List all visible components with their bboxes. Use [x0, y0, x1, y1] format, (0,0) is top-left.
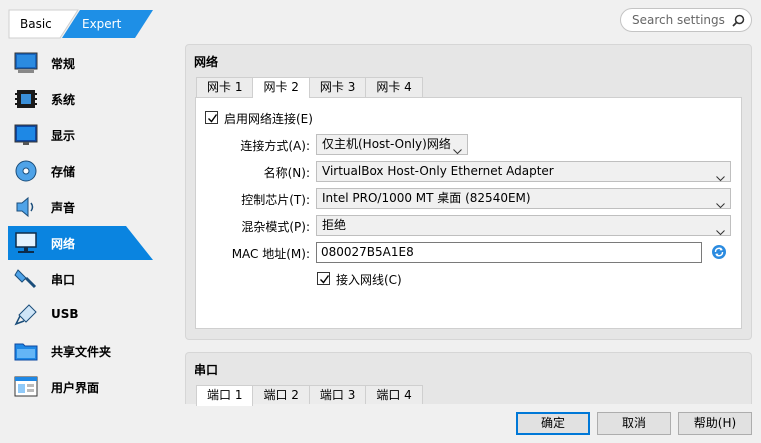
sidebar-item-storage[interactable]: 存储: [0, 153, 160, 189]
sidebar-item-label: 显示: [51, 129, 76, 143]
promiscuous-mode-select[interactable]: 拒绝: [316, 215, 731, 236]
tab-adapter-1[interactable]: 网卡 1: [196, 77, 254, 97]
serial-ports-panel: 串口 端口 1 端口 2 端口 3 端口 4: [185, 352, 752, 412]
sidebar-item-audio[interactable]: 声音: [0, 189, 160, 225]
sidebar-item-label: 系统: [51, 93, 76, 107]
sidebar-item-label: 网络: [51, 237, 76, 251]
network-panel: 网络 网卡 1 网卡 2 网卡 3 网卡 4 启用网络连接(E) 连接方式(A)…: [185, 44, 752, 340]
sidebar-item-label: 共享文件夹: [51, 345, 112, 359]
tab-port-3[interactable]: 端口 3: [308, 385, 367, 405]
user-interface-icon: [14, 375, 38, 399]
chevron-down-icon: [716, 196, 725, 215]
serial-port-icon: [14, 267, 38, 291]
attach-type-select[interactable]: 仅主机(Host-Only)网络: [316, 134, 468, 155]
sidebar-item-general[interactable]: 常规: [0, 45, 160, 81]
serial-port-tabs: 端口 1 端口 2 端口 3 端口 4: [196, 385, 423, 406]
chevron-down-icon: [453, 142, 462, 161]
sidebar-item-network[interactable]: 网络: [0, 225, 160, 261]
audio-icon: [14, 195, 38, 219]
cable-connected-checkbox[interactable]: [317, 272, 330, 285]
basic-mode-button[interactable]: Basic: [20, 17, 52, 31]
general-icon: [14, 51, 38, 75]
promiscuous-mode-value: 拒绝: [322, 218, 347, 232]
tab-adapter-2[interactable]: 网卡 2: [252, 77, 310, 98]
sidebar-item-user-interface[interactable]: 用户界面: [0, 369, 160, 405]
tab-adapter-3[interactable]: 网卡 3: [308, 77, 367, 97]
tab-port-4[interactable]: 端口 4: [365, 385, 423, 405]
storage-icon: [14, 159, 38, 183]
attach-type-value: 仅主机(Host-Only)网络: [322, 137, 451, 151]
adapter-name-select[interactable]: VirtualBox Host-Only Ethernet Adapter: [316, 161, 731, 182]
network-adapter-tabs: 网卡 1 网卡 2 网卡 3 网卡 4: [196, 77, 423, 98]
network-icon: [14, 231, 38, 255]
search-box[interactable]: [620, 8, 752, 32]
sidebar-item-label: 用户界面: [51, 381, 100, 395]
serial-section-title: 串口: [194, 363, 219, 377]
sidebar-item-label: 常规: [51, 57, 76, 71]
adapter-type-select[interactable]: Intel PRO/1000 MT 桌面 (82540EM): [316, 188, 731, 209]
cancel-button[interactable]: 取消: [597, 412, 671, 435]
ok-button[interactable]: 确定: [516, 412, 590, 435]
enable-network-label: 启用网络连接(E): [224, 112, 313, 126]
promiscuous-mode-label: 混杂模式(P):: [241, 220, 310, 234]
settings-window: Basic Expert 常规 系统 显示 存储 声音: [0, 0, 761, 443]
mac-address-input[interactable]: 080027B5A1E8: [316, 242, 702, 263]
expert-mode-button[interactable]: Expert: [82, 17, 121, 31]
sidebar-item-label: 声音: [51, 201, 76, 215]
tab-adapter-4[interactable]: 网卡 4: [365, 77, 423, 97]
sidebar-item-label: 串口: [51, 273, 76, 287]
enable-network-checkbox[interactable]: [205, 111, 218, 124]
tab-port-2[interactable]: 端口 2: [252, 385, 310, 405]
system-icon: [14, 87, 38, 111]
adapter-2-page: 启用网络连接(E) 连接方式(A): 仅主机(Host-Only)网络 名称(N…: [195, 97, 742, 329]
adapter-type-label: 控制芯片(T):: [241, 193, 310, 207]
refresh-mac-icon[interactable]: [711, 244, 727, 263]
sidebar-item-serial[interactable]: 串口: [0, 261, 160, 297]
sidebar-item-usb[interactable]: USB: [0, 297, 160, 333]
adapter-name-value: VirtualBox Host-Only Ethernet Adapter: [322, 164, 554, 178]
search-input[interactable]: [632, 13, 732, 27]
sidebar-item-label: 存储: [51, 165, 76, 179]
usb-icon: [14, 303, 38, 327]
adapter-type-value: Intel PRO/1000 MT 桌面 (82540EM): [322, 191, 531, 205]
search-icon[interactable]: [732, 14, 745, 30]
cable-connected-label: 接入网线(C): [336, 273, 402, 287]
sidebar: 常规 系统 显示 存储 声音 网络 串口 USB 共享文件夹 用户界面: [0, 45, 160, 405]
chevron-down-icon: [716, 169, 725, 188]
attach-type-label: 连接方式(A):: [240, 139, 310, 153]
sidebar-item-label: USB: [51, 307, 79, 321]
sidebar-item-shared-folders[interactable]: 共享文件夹: [0, 333, 160, 369]
mode-toggle: Basic Expert: [8, 9, 154, 39]
tab-port-1[interactable]: 端口 1: [196, 385, 254, 406]
chevron-down-icon: [716, 223, 725, 242]
mac-address-label: MAC 地址(M):: [231, 247, 310, 261]
help-button[interactable]: 帮助(H): [678, 412, 752, 435]
network-section-title: 网络: [194, 55, 219, 69]
shared-folder-icon: [14, 339, 38, 363]
name-label: 名称(N):: [263, 166, 310, 180]
display-icon: [14, 123, 38, 147]
sidebar-item-system[interactable]: 系统: [0, 81, 160, 117]
sidebar-item-display[interactable]: 显示: [0, 117, 160, 153]
